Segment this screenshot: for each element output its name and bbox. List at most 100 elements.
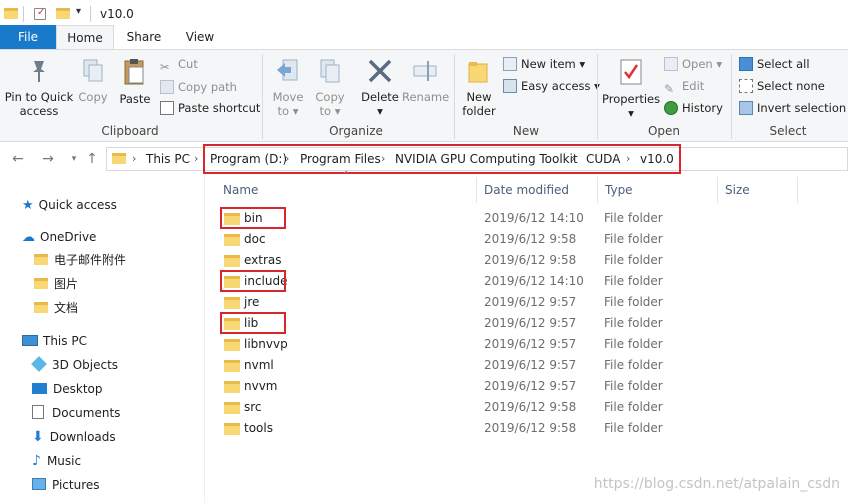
select-none-button[interactable]: Select none <box>739 76 825 96</box>
properties-button[interactable]: Properties ▾ <box>602 58 660 120</box>
rename-button[interactable]: Rename <box>402 58 449 104</box>
copy-icon <box>82 58 104 84</box>
edit-button[interactable]: ✎ Edit <box>664 76 704 96</box>
delete-x-icon <box>367 58 393 84</box>
file-type: File folder <box>604 316 663 330</box>
open-button[interactable]: Open ▾ <box>664 54 722 74</box>
table-row[interactable]: lib 2019/6/12 9:57 File folder <box>216 313 848 334</box>
sidebar-item-pictures[interactable]: Pictures <box>32 473 100 497</box>
move-to-button[interactable]: Move to ▾ <box>268 58 308 118</box>
pin-to-quick-access-button[interactable]: Pin to Quick access <box>2 58 76 118</box>
new-folder-icon <box>467 58 491 84</box>
column-divider[interactable] <box>797 177 798 203</box>
tab-share[interactable]: Share <box>118 25 170 49</box>
sidebar-item-music[interactable]: ♪ Music <box>32 449 81 473</box>
file-type: File folder <box>604 337 663 351</box>
folder-icon <box>224 381 240 393</box>
easy-access-button[interactable]: Easy access ▾ <box>503 76 600 96</box>
breadcrumb-cuda[interactable]: CUDA <box>586 151 620 167</box>
star-icon: ★ <box>22 198 34 213</box>
table-row[interactable]: bin 2019/6/12 14:10 File folder <box>216 208 848 229</box>
folder-icon <box>224 360 240 372</box>
paste-button[interactable]: Paste <box>116 58 154 106</box>
select-all-button[interactable]: Select all <box>739 54 810 74</box>
column-header-size[interactable]: Size <box>725 181 750 199</box>
select-all-icon <box>739 57 753 71</box>
file-type: File folder <box>604 400 663 414</box>
download-arrow-icon: ⬇ <box>32 429 44 445</box>
highlight-box-include <box>220 270 286 292</box>
table-row[interactable]: libnvvp 2019/6/12 9:57 File folder <box>216 334 848 355</box>
table-row[interactable]: jre 2019/6/12 9:57 File folder <box>216 292 848 313</box>
sidebar-item-this-pc[interactable]: This PC <box>22 329 87 353</box>
file-date: 2019/6/12 9:58 <box>484 421 577 435</box>
delete-label-2: ▾ <box>377 104 383 118</box>
back-arrow-icon[interactable]: ← <box>10 151 26 167</box>
delete-label: Delete <box>361 90 399 104</box>
qat-dropdown-icon[interactable]: ▾ <box>76 6 81 17</box>
column-header-date[interactable]: Date modified <box>484 181 569 199</box>
sidebar-item-onedrive-1[interactable]: 图片 <box>34 272 78 296</box>
table-row[interactable]: extras 2019/6/12 9:58 File folder <box>216 250 848 271</box>
new-folder-qat-icon[interactable] <box>56 8 70 19</box>
pin-label-2: access <box>19 104 59 118</box>
group-divider <box>262 54 263 139</box>
breadcrumb-program-d[interactable]: Program (D:) <box>210 151 287 167</box>
up-arrow-icon[interactable]: ↑ <box>84 151 100 167</box>
file-name: extras <box>244 253 282 267</box>
breadcrumb-this-pc[interactable]: This PC <box>146 151 190 167</box>
folder-icon <box>224 255 240 267</box>
breadcrumb-program-files[interactable]: Program Files <box>300 151 381 167</box>
column-divider[interactable] <box>597 177 598 203</box>
sidebar-item-downloads[interactable]: ⬇ Downloads <box>32 425 116 449</box>
breadcrumb-v10[interactable]: v10.0 <box>640 151 674 167</box>
sidebar-label: 3D Objects <box>52 358 119 372</box>
forward-arrow-icon[interactable]: → <box>40 151 56 167</box>
cut-button[interactable]: ✂ Cut <box>160 54 198 74</box>
column-header-name[interactable]: Name <box>223 181 258 199</box>
table-row[interactable]: nvvm 2019/6/12 9:57 File folder <box>216 376 848 397</box>
copy-button[interactable]: Copy <box>76 58 110 104</box>
music-note-icon: ♪ <box>32 453 41 469</box>
file-type: File folder <box>604 379 663 393</box>
open-group-label: Open <box>647 124 681 138</box>
sidebar-item-onedrive-2[interactable]: 文档 <box>34 296 78 320</box>
file-date: 2019/6/12 9:57 <box>484 337 577 351</box>
copy-path-button[interactable]: Copy path <box>160 77 237 97</box>
file-type: File folder <box>604 253 663 267</box>
document-icon <box>32 405 44 419</box>
table-row[interactable]: tools 2019/6/12 9:58 File folder <box>216 418 848 439</box>
delete-button[interactable]: Delete ▾ <box>358 58 402 118</box>
tab-view[interactable]: View <box>174 25 226 49</box>
pencil-icon: ✎ <box>664 82 675 96</box>
sidebar-item-onedrive[interactable]: ☁ OneDrive <box>22 225 96 249</box>
table-row[interactable]: doc 2019/6/12 9:58 File folder <box>216 229 848 250</box>
recent-dropdown-icon[interactable]: ▾ <box>66 151 82 167</box>
file-date: 2019/6/12 9:57 <box>484 316 577 330</box>
sidebar-item-quick-access[interactable]: ★ Quick access <box>22 193 117 217</box>
column-divider[interactable] <box>717 177 718 203</box>
cut-label: Cut <box>178 57 198 71</box>
copy-to-button[interactable]: Copy to ▾ <box>310 58 350 118</box>
pin-label: Pin to Quick <box>4 90 74 104</box>
sidebar-item-onedrive-0[interactable]: 电子邮件附件 <box>34 248 126 272</box>
paste-shortcut-button[interactable]: Paste shortcut <box>160 98 260 118</box>
tab-file[interactable]: File <box>0 25 56 49</box>
column-divider[interactable] <box>476 177 477 203</box>
table-row[interactable]: src 2019/6/12 9:58 File folder <box>216 397 848 418</box>
properties-qat-icon[interactable]: ✓ <box>34 7 46 20</box>
sidebar-item-documents[interactable]: Documents <box>32 401 120 425</box>
column-header-type[interactable]: Type <box>605 181 633 199</box>
new-folder-button[interactable]: New folder <box>458 58 500 118</box>
new-item-button[interactable]: New item ▾ <box>503 54 585 74</box>
table-row[interactable]: include 2019/6/12 14:10 File folder <box>216 271 848 292</box>
sidebar-item-3d-objects[interactable]: 3D Objects <box>31 353 119 377</box>
history-button[interactable]: History <box>664 98 723 118</box>
select-group-label: Select <box>769 124 807 138</box>
table-row[interactable]: nvml 2019/6/12 9:57 File folder <box>216 355 848 376</box>
file-date: 2019/6/12 14:10 <box>484 274 584 288</box>
sidebar-item-desktop[interactable]: Desktop <box>32 377 103 401</box>
breadcrumb-nvidia[interactable]: NVIDIA GPU Computing Toolkit <box>395 151 578 167</box>
tab-home[interactable]: Home <box>56 25 114 49</box>
invert-selection-button[interactable]: Invert selection <box>739 98 846 118</box>
